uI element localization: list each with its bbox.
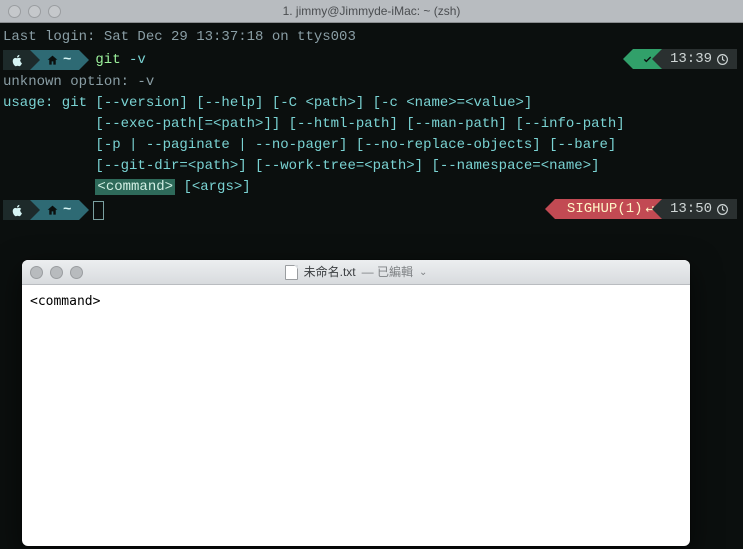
terminal-cursor[interactable] (93, 201, 104, 220)
clock-icon (716, 203, 729, 216)
text-editor-body[interactable]: <command> (22, 285, 690, 546)
usage-line: [--exec-path[=<path>]] [--html-path] [--… (3, 114, 740, 135)
document-status: — 已編輯 (362, 262, 413, 283)
apple-segment (3, 50, 30, 70)
sighup-text: SIGHUP(1) (567, 199, 643, 220)
time-segment-1: 13:39 (662, 49, 737, 69)
text-editor-title: 未命名.txt — 已編輯 ⌄ (22, 262, 690, 283)
command-arg: -v (129, 50, 146, 71)
home-icon (46, 204, 59, 217)
document-name: 未命名.txt (304, 262, 356, 283)
sighup-segment: SIGHUP(1) ↵ (555, 199, 662, 219)
last-login-line: Last login: Sat Dec 29 13:37:18 on ttys0… (3, 27, 740, 48)
text-editor-titlebar[interactable]: 未命名.txt — 已編輯 ⌄ (22, 260, 690, 285)
highlighted-command: <command> (95, 179, 175, 195)
output-line: unknown option: -v (3, 72, 740, 93)
path-tilde: ~ (63, 50, 71, 71)
command-name: git (95, 50, 120, 71)
time-text: 13:50 (670, 199, 712, 220)
usage-line: <command> [<args>] (3, 177, 740, 198)
clock-icon (716, 53, 729, 66)
text-content: <command> (30, 294, 100, 309)
right-status-1: 13:39 (633, 49, 737, 69)
zoom-icon[interactable] (70, 266, 83, 279)
terminal-window: 1. jimmy@Jimmyde-iMac: ~ (zsh) Last logi… (0, 0, 743, 549)
document-icon (285, 265, 298, 280)
window-title: 1. jimmy@Jimmyde-iMac: ~ (zsh) (0, 4, 743, 18)
right-status-2: SIGHUP(1) ↵ 13:50 (555, 199, 737, 219)
text-editor-window[interactable]: 未命名.txt — 已編輯 ⌄ <command> (22, 260, 690, 546)
minimize-icon[interactable] (50, 266, 63, 279)
title-bar: 1. jimmy@Jimmyde-iMac: ~ (zsh) (0, 0, 743, 23)
time-segment-2: 13:50 (662, 199, 737, 219)
traffic-lights (22, 266, 83, 279)
usage-line: [--git-dir=<path>] [--work-tree=<path>] … (3, 156, 740, 177)
time-text: 13:39 (670, 49, 712, 70)
close-icon[interactable] (30, 266, 43, 279)
prompt-row-1: ~ git -v 13:39 (3, 49, 740, 71)
path-tilde: ~ (63, 200, 71, 221)
apple-segment (3, 200, 30, 220)
usage-line: [-p | --paginate | --no-pager] [--no-rep… (3, 135, 740, 156)
home-icon (46, 54, 59, 67)
apple-icon (11, 54, 24, 67)
terminal-viewport[interactable]: Last login: Sat Dec 29 13:37:18 on ttys0… (0, 23, 743, 549)
usage-line: usage: git [--version] [--help] [-C <pat… (3, 93, 740, 114)
apple-icon (11, 204, 24, 217)
chevron-down-icon[interactable]: ⌄ (419, 262, 427, 283)
prompt-row-2: ~ SIGHUP(1) ↵ 13:50 (3, 199, 740, 221)
